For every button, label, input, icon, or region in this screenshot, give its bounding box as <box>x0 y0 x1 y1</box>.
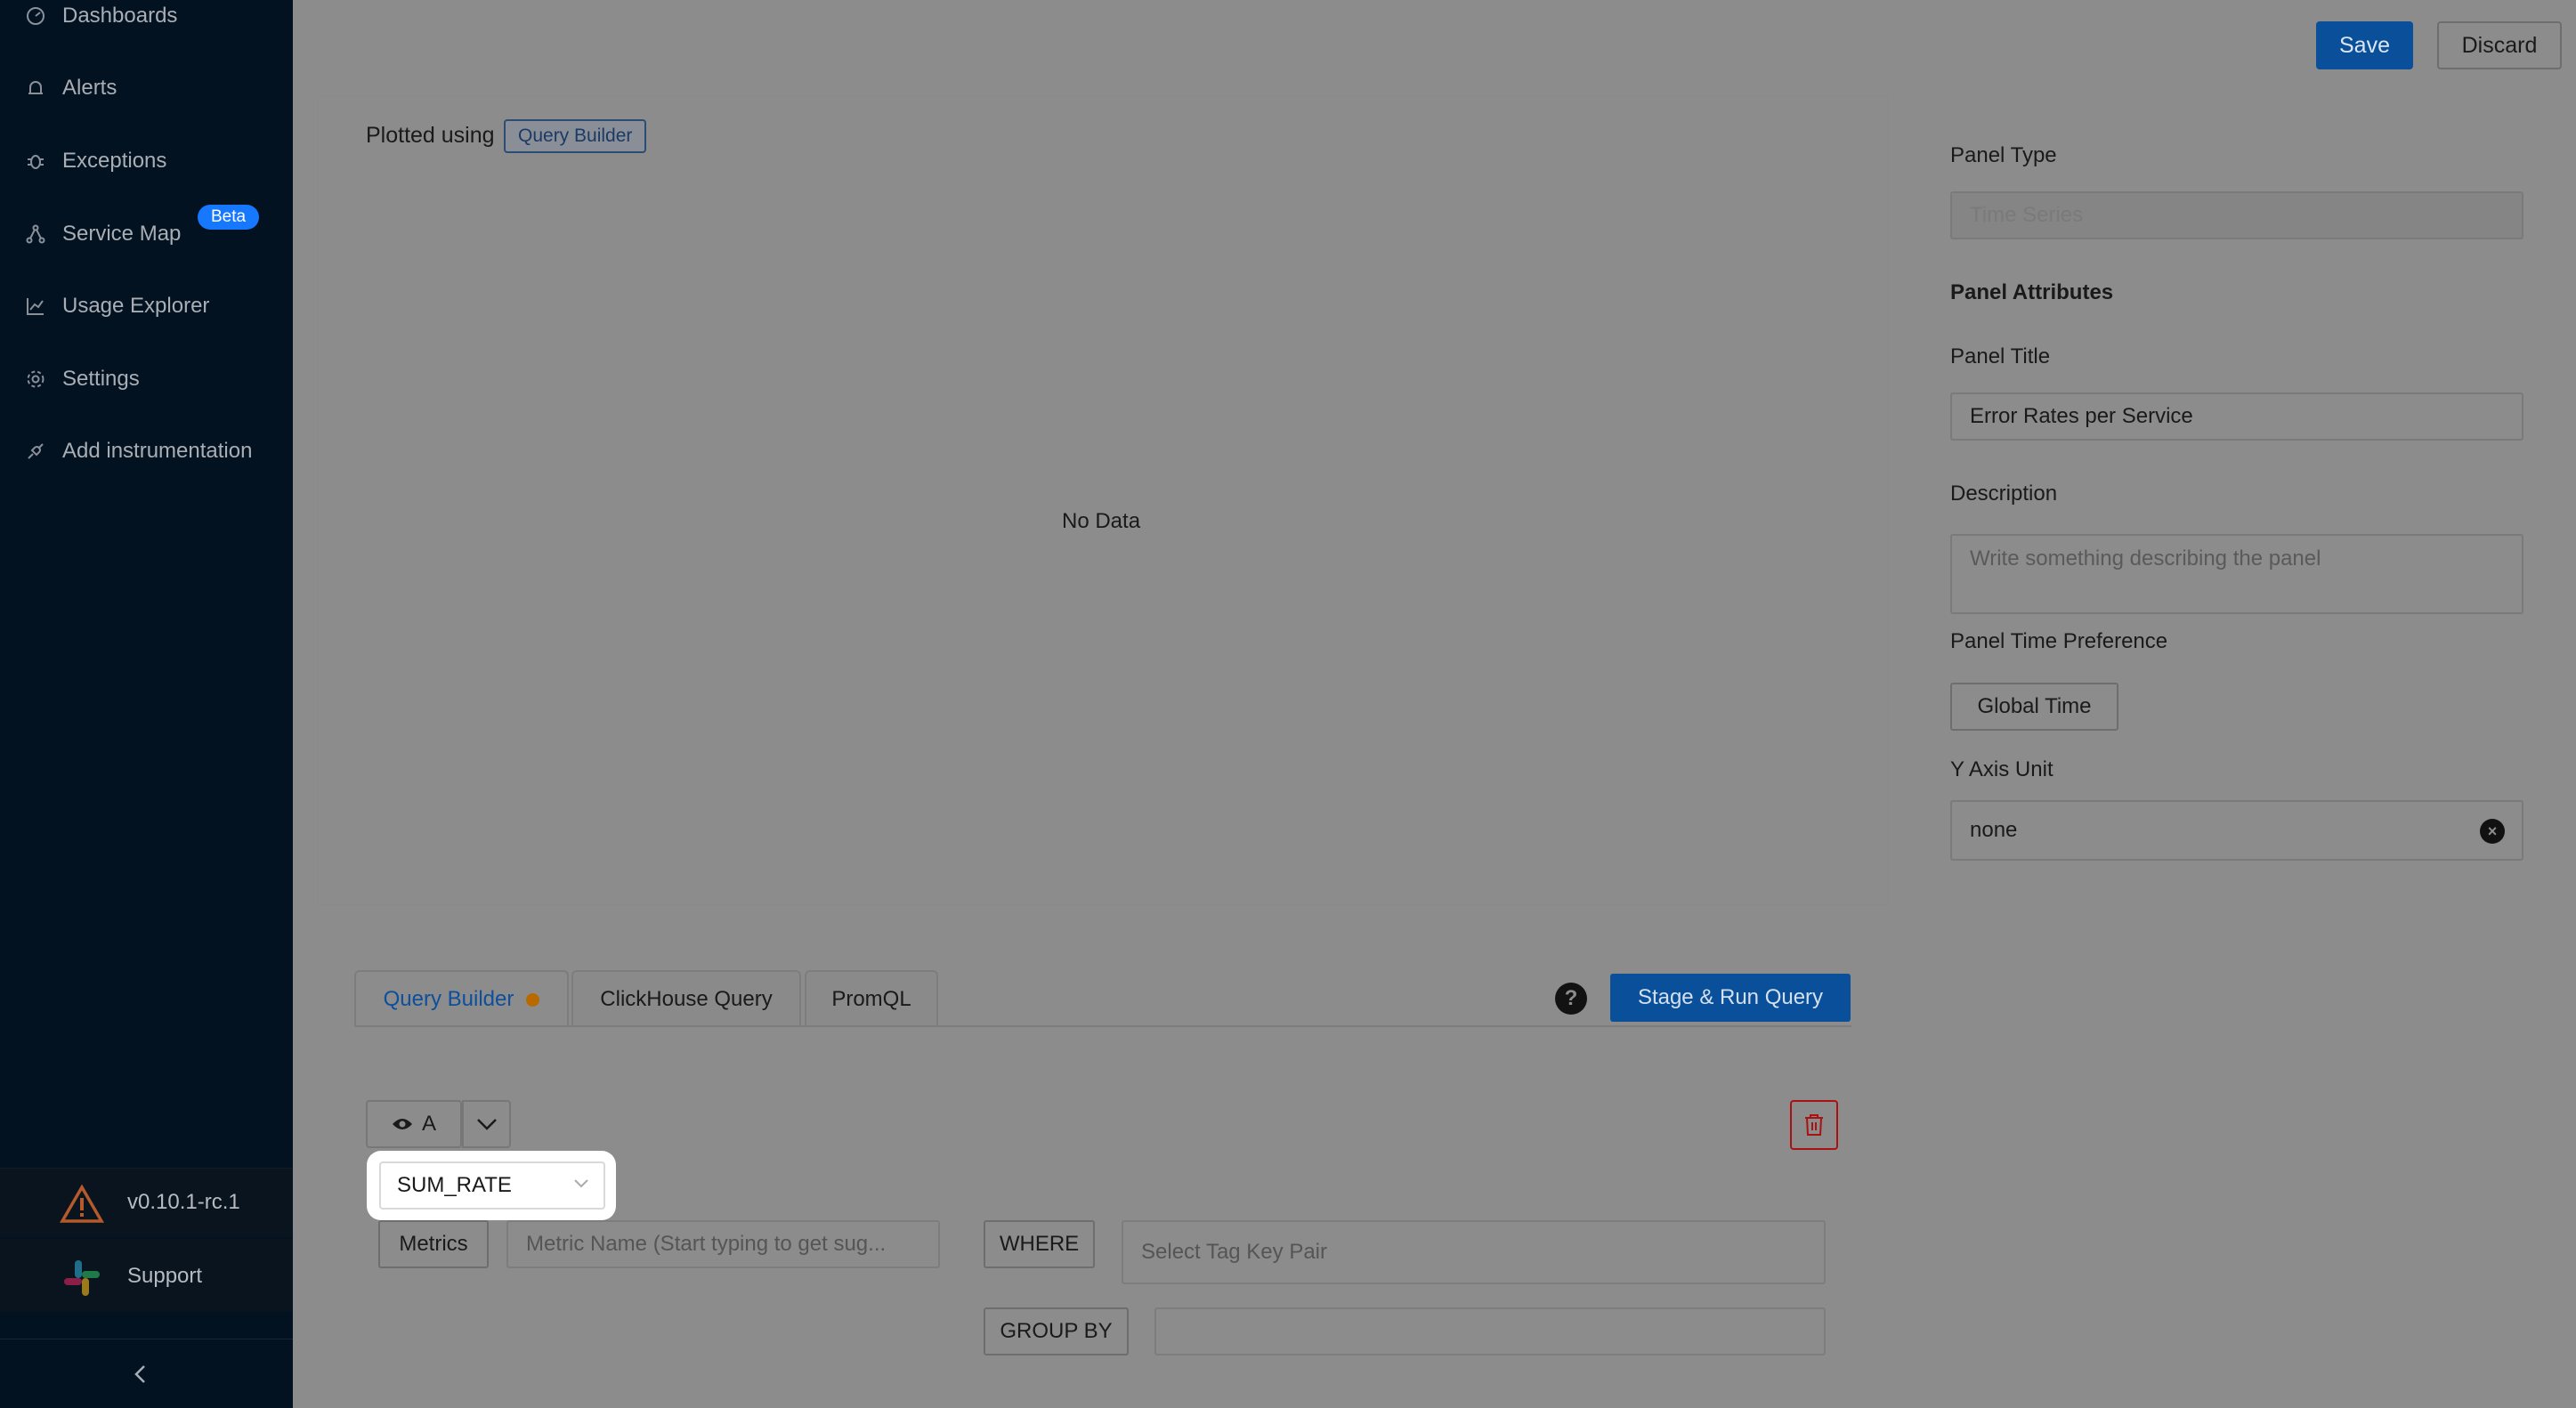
aggregate-highlight: SUM_RATE <box>367 1151 616 1220</box>
clear-icon[interactable]: × <box>2480 819 2505 844</box>
sidebar-item-label: Service Map <box>62 222 182 246</box>
help-icon[interactable]: ? <box>1555 983 1587 1015</box>
description-label: Description <box>1950 481 2058 506</box>
dashboard-icon <box>27 7 45 25</box>
line-chart-icon <box>27 298 44 315</box>
panel-title-input[interactable]: Error Rates per Service <box>1950 392 2523 441</box>
sidebar-item-dashboards[interactable]: Dashboards <box>0 0 293 43</box>
gear-icon <box>27 370 45 388</box>
tab-divider <box>354 1025 1851 1027</box>
aggregate-value: SUM_RATE <box>397 1173 512 1197</box>
where-label-button[interactable]: WHERE <box>984 1220 1095 1268</box>
version-text: v0.10.1-rc.1 <box>127 1190 240 1214</box>
sidebar-item-alerts[interactable]: Alerts <box>0 61 293 115</box>
sidebar-item-label: Dashboards <box>62 4 178 28</box>
query-builder-tag: Query Builder <box>504 119 647 153</box>
query-name: A <box>421 1112 436 1136</box>
aggregate-select[interactable]: SUM_RATE <box>379 1161 605 1210</box>
panel-type-label: Panel Type <box>1950 143 2057 167</box>
stage-run-query-button[interactable]: Stage & Run Query <box>1610 974 1851 1022</box>
chevron-down-icon <box>574 1179 588 1188</box>
tab-promql[interactable]: PromQL <box>805 970 938 1027</box>
discard-button[interactable]: Discard <box>2437 21 2562 69</box>
tab-query-builder[interactable]: Query Builder <box>354 970 569 1027</box>
save-button[interactable]: Save <box>2316 21 2413 69</box>
panel-attributes-heading: Panel Attributes <box>1950 280 2114 304</box>
query-visibility-toggle[interactable]: A <box>366 1100 462 1148</box>
panel-time-preference-select[interactable]: Global Time <box>1950 683 2118 731</box>
sidebar-item-label: Settings <box>62 367 140 391</box>
group-by-label-button[interactable]: GROUP BY <box>984 1307 1129 1355</box>
sidebar-item-label: Alerts <box>62 76 117 100</box>
warning-icon <box>60 1185 104 1223</box>
description-textarea[interactable]: Write something describing the panel <box>1950 534 2523 614</box>
sidebar-item-add-instrumentation[interactable]: Add instrumentation <box>0 425 293 478</box>
sidebar-item-exceptions[interactable]: Exceptions <box>0 134 293 188</box>
tab-label: PromQL <box>831 987 911 1011</box>
eye-icon <box>392 1119 412 1129</box>
metrics-label-button[interactable]: Metrics <box>378 1220 489 1268</box>
metric-name-input[interactable]: Metric Name (Start typing to get sug... <box>506 1220 940 1268</box>
version-row[interactable]: v0.10.1-rc.1 <box>0 1168 293 1237</box>
sidebar: Dashboards Alerts Exceptions Service Map… <box>0 0 293 1408</box>
chevron-left-icon <box>134 1365 145 1383</box>
sidebar-item-label: Usage Explorer <box>62 294 210 318</box>
group-by-input[interactable] <box>1154 1307 1826 1355</box>
tab-label: Query Builder <box>383 987 514 1011</box>
sidebar-item-usage-explorer[interactable]: Usage Explorer <box>0 279 293 333</box>
plotted-using-label: Plotted using <box>366 123 495 148</box>
y-axis-unit-label: Y Axis Unit <box>1950 757 2054 781</box>
trash-icon <box>1805 1114 1823 1136</box>
chart-panel <box>318 95 1888 905</box>
beta-badge: Beta <box>198 205 260 230</box>
slack-icon <box>64 1260 100 1296</box>
api-icon <box>28 443 44 459</box>
sidebar-item-settings[interactable]: Settings <box>0 352 293 406</box>
chevron-down-icon <box>476 1119 497 1130</box>
tab-clickhouse-query[interactable]: ClickHouse Query <box>571 970 801 1027</box>
sidebar-item-label: Exceptions <box>62 149 167 173</box>
tag-key-pair-input[interactable]: Select Tag Key Pair <box>1122 1220 1826 1284</box>
alert-icon <box>28 81 43 94</box>
collapse-sidebar-button[interactable] <box>0 1339 293 1408</box>
y-axis-unit-input[interactable]: none <box>1950 800 2523 861</box>
panel-title-label: Panel Title <box>1950 344 2051 368</box>
query-collapse-button[interactable] <box>462 1100 511 1148</box>
sidebar-item-label: Add instrumentation <box>62 439 253 463</box>
panel-time-preference-label: Panel Time Preference <box>1950 629 2168 653</box>
pending-dot <box>526 992 540 1007</box>
bug-icon <box>28 155 44 169</box>
no-data-text: No Data <box>1062 509 1141 533</box>
support-label: Support <box>127 1264 203 1288</box>
tab-label: ClickHouse Query <box>600 987 773 1011</box>
panel-type-input[interactable]: Time Series <box>1950 191 2523 239</box>
delete-query-button[interactable] <box>1790 1100 1838 1150</box>
support-row[interactable]: Support <box>0 1239 293 1312</box>
service-map-icon <box>26 224 45 244</box>
